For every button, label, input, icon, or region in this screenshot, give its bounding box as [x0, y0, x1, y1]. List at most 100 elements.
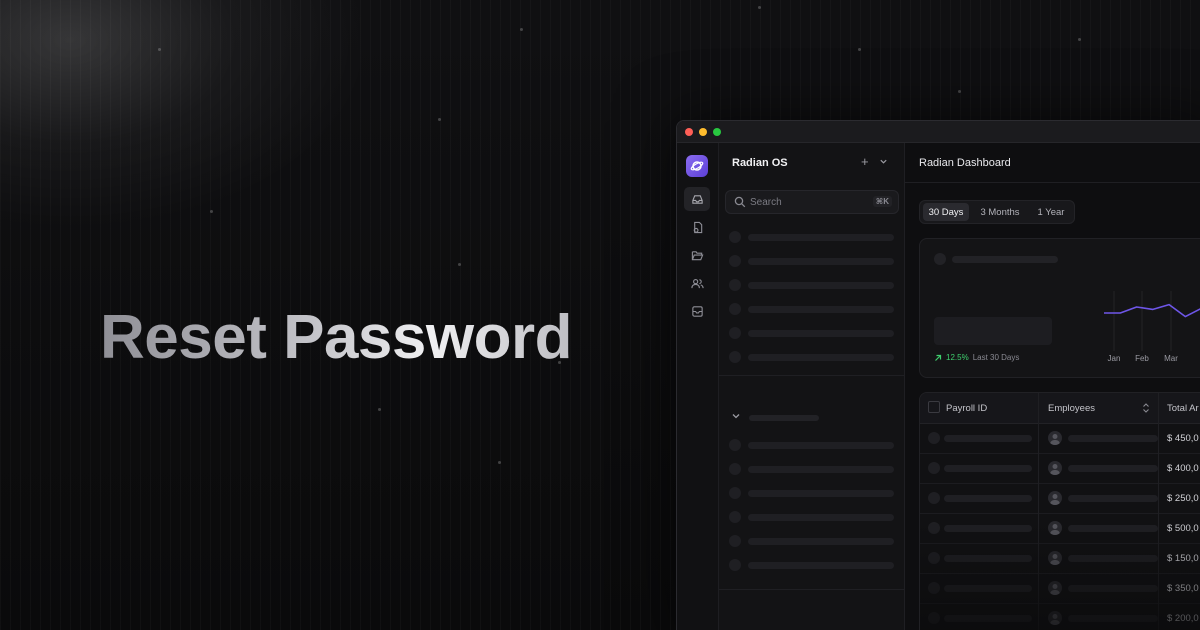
list-item[interactable] — [729, 327, 895, 339]
search-input[interactable] — [750, 195, 860, 209]
list-item-placeholder-icon — [729, 535, 741, 547]
row-placeholder-icon — [928, 582, 940, 594]
search-shortcut-hint: ⌘K — [872, 196, 892, 207]
user-avatar-icon — [1050, 464, 1060, 475]
column-divider — [1158, 424, 1159, 630]
list-item-placeholder-text — [748, 538, 894, 545]
main-panel: Radian Dashboard 30 Days 3 Months 1 Year… — [905, 143, 1200, 630]
window-titlebar — [677, 121, 1200, 143]
workspace-name[interactable]: Radian OS — [732, 157, 788, 169]
row-employee-placeholder — [1068, 495, 1158, 502]
background-dot — [498, 461, 501, 464]
list-item[interactable] — [729, 463, 895, 475]
card-placeholder-icon — [934, 253, 946, 265]
list-item-placeholder-text — [748, 306, 894, 313]
search-box[interactable]: ⌘K — [725, 190, 899, 214]
row-amount: $ 250,0 — [1167, 493, 1199, 504]
list-item[interactable] — [729, 351, 895, 363]
range-selector: 30 Days 3 Months 1 Year — [919, 200, 1075, 224]
list-item[interactable] — [729, 511, 895, 523]
row-amount: $ 150,0 — [1167, 553, 1199, 564]
row-employee-placeholder — [1068, 435, 1158, 442]
planet-logo-icon — [690, 161, 704, 171]
list-item-placeholder-text — [748, 514, 894, 521]
card-value-placeholder — [934, 317, 1052, 345]
range-30-days[interactable]: 30 Days — [923, 203, 969, 221]
avatar — [1048, 551, 1062, 565]
list-item[interactable] — [729, 279, 895, 291]
row-id-placeholder — [944, 555, 1032, 562]
list-item-placeholder-text — [748, 490, 894, 497]
background-dot — [1078, 38, 1081, 41]
list-item[interactable] — [729, 559, 895, 571]
user-avatar-icon — [1050, 614, 1060, 625]
rail-item-folders[interactable] — [684, 243, 710, 267]
list-item[interactable] — [729, 439, 895, 451]
user-avatar-icon — [1050, 524, 1060, 535]
range-1-year[interactable]: 1 Year — [1030, 203, 1072, 221]
row-placeholder-icon — [928, 432, 940, 444]
row-id-placeholder — [944, 495, 1032, 502]
row-amount: $ 200,0 — [1167, 613, 1199, 624]
list-item-placeholder-icon — [729, 487, 741, 499]
radian-logo[interactable] — [686, 155, 708, 177]
list-item-placeholder-icon — [729, 511, 741, 523]
background-dot — [210, 210, 213, 213]
avatar — [1048, 581, 1062, 595]
row-amount: $ 350,0 — [1167, 583, 1199, 594]
rail-item-documents[interactable] — [684, 215, 710, 239]
list-item-placeholder-icon — [729, 463, 741, 475]
window-close-button[interactable] — [685, 128, 693, 136]
row-employee-placeholder — [1068, 615, 1158, 622]
column-header-payroll-id[interactable]: Payroll ID — [946, 403, 987, 414]
range-3-months[interactable]: 3 Months — [973, 203, 1027, 221]
column-header-employees[interactable]: Employees — [1048, 403, 1095, 414]
rail-item-inbox[interactable] — [684, 187, 710, 211]
background-dot — [458, 263, 461, 266]
window-maximize-button[interactable] — [713, 128, 721, 136]
avatar — [1048, 431, 1062, 445]
add-button[interactable]: + — [861, 154, 869, 169]
rail-item-archive[interactable] — [684, 299, 710, 323]
list-item[interactable] — [729, 535, 895, 547]
background-dot — [958, 90, 961, 93]
background-dot — [858, 48, 861, 51]
chevron-down-icon[interactable] — [731, 411, 741, 421]
dashboard-title: Radian Dashboard — [919, 157, 1011, 169]
column-divider — [1038, 393, 1039, 424]
row-placeholder-icon — [928, 492, 940, 504]
avatar — [1048, 491, 1062, 505]
list-item[interactable] — [729, 487, 895, 499]
list-item-placeholder-text — [748, 330, 894, 337]
chevron-down-icon[interactable] — [879, 157, 888, 166]
line-chart: Jan Feb Mar — [1104, 291, 1200, 363]
avatar — [1048, 611, 1062, 625]
select-all-checkbox[interactable] — [928, 401, 940, 413]
list-item-placeholder-text — [748, 442, 894, 449]
row-amount: $ 400,0 — [1167, 463, 1199, 474]
column-header-total-amount[interactable]: Total Ar — [1167, 403, 1199, 414]
background-dot — [758, 6, 761, 9]
chart-series-line — [1104, 303, 1200, 318]
list-item-placeholder-text — [748, 354, 894, 361]
trend-value: 12.5% — [946, 353, 969, 362]
list-item[interactable] — [729, 231, 895, 243]
list-item-placeholder-icon — [729, 559, 741, 571]
folder-open-icon — [691, 250, 703, 260]
arrow-up-right-icon — [935, 354, 942, 361]
list-item[interactable] — [729, 303, 895, 315]
row-placeholder-icon — [928, 462, 940, 474]
sidebar: Radian OS + ⌘K — [719, 143, 905, 630]
rail-item-users[interactable] — [684, 271, 710, 295]
row-employee-placeholder — [1068, 555, 1158, 562]
avatar — [1048, 521, 1062, 535]
chart-tick-label: Jan — [1108, 354, 1121, 363]
main-header: Radian Dashboard — [905, 143, 1200, 183]
row-id-placeholder — [944, 465, 1032, 472]
sort-icon[interactable] — [1142, 403, 1150, 413]
row-id-placeholder — [944, 615, 1032, 622]
page-title: Reset Password — [100, 300, 573, 376]
sidebar-divider — [719, 589, 904, 590]
list-item[interactable] — [729, 255, 895, 267]
window-minimize-button[interactable] — [699, 128, 707, 136]
